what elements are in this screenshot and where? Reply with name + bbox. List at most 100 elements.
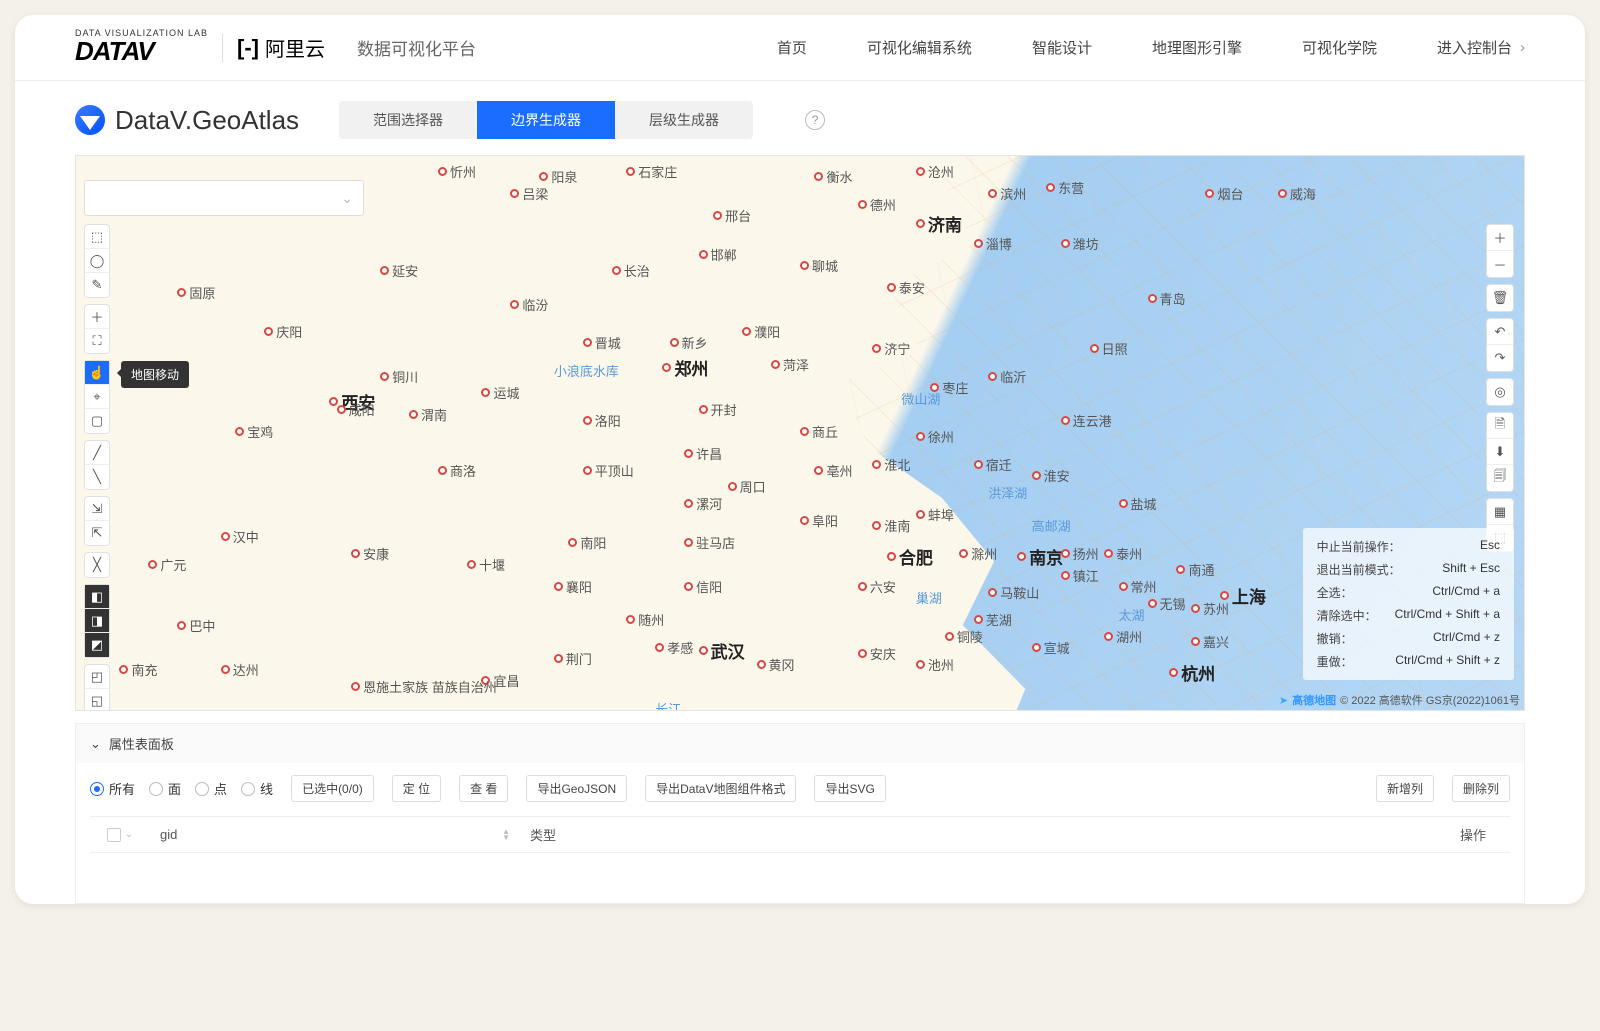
shortcut-row: 全选：Ctrl/Cmd + a <box>1317 584 1500 601</box>
topnav: 首页 可视化编辑系统 智能设计 地理图形引擎 可视化学院 进入控制台 <box>777 37 1525 58</box>
city-label: 淄博 <box>974 234 1012 253</box>
tool-button[interactable]: － <box>1487 251 1513 277</box>
map[interactable]: 济南郑州西安南京合肥武汉杭州上海忻州阳泉石家庄衡水沧州滨州东营烟台威海吕梁榆林邢… <box>75 155 1525 711</box>
search-input[interactable] <box>84 180 364 216</box>
search-field[interactable] <box>95 191 353 206</box>
right-toolbar: ＋－🗑↶↷◎🗎⬇🗐▦⬚ <box>1486 224 1514 552</box>
nav-design[interactable]: 智能设计 <box>1032 37 1092 58</box>
tool-button[interactable]: ＋ <box>1487 225 1513 251</box>
water-label: 洪泽湖 <box>988 483 1027 502</box>
city-label: 南京 <box>1017 544 1063 569</box>
sort-icon[interactable]: ▲▼ <box>502 829 510 841</box>
tool-button[interactable]: ＋ <box>85 305 109 329</box>
tooltip: 地图移动 <box>121 361 189 388</box>
view-button[interactable]: 查 看 <box>459 775 508 802</box>
export-datav-button[interactable]: 导出DataV地图组件格式 <box>645 775 796 802</box>
city-label: 日照 <box>1090 339 1128 358</box>
tool-button[interactable]: ▢ <box>85 409 109 433</box>
nav-academy[interactable]: 可视化学院 <box>1302 37 1377 58</box>
water-label: 高邮湖 <box>1032 516 1071 535</box>
aliyun-icon: [-] <box>237 35 259 61</box>
tool-button[interactable]: ↷ <box>1487 345 1513 371</box>
tool-name: DataV.GeoAtlas <box>115 105 299 136</box>
topbar: DATA VISUALIZATION LAB DATAV [-] 阿里云 数据可… <box>15 15 1585 81</box>
divider <box>222 34 223 62</box>
aliyun-logo: [-] 阿里云 <box>237 33 325 62</box>
shortcut-row: 清除选中：Ctrl/Cmd + Shift + a <box>1317 607 1500 624</box>
th-ops: 操作 <box>1450 825 1510 844</box>
tool-button[interactable]: ⌖ <box>85 385 109 409</box>
shortcut-row: 撤销：Ctrl/Cmd + z <box>1317 630 1500 647</box>
help-icon[interactable]: ? <box>805 110 825 130</box>
city-label: 常州 <box>1119 577 1157 596</box>
city-label: 滨州 <box>988 184 1026 203</box>
delete-column-button[interactable]: 删除列 <box>1452 775 1510 802</box>
th-gid[interactable]: gid ▲▼ <box>150 827 520 842</box>
panel-header[interactable]: ⌄ 属性表面板 <box>76 724 1524 763</box>
tool-button[interactable]: ⇲ <box>85 497 109 521</box>
nav-geo[interactable]: 地理图形引擎 <box>1152 37 1242 58</box>
city-label: 宣城 <box>1032 638 1070 657</box>
checkbox-icon[interactable] <box>107 828 121 842</box>
export-geojson-button[interactable]: 导出GeoJSON <box>526 775 627 802</box>
locate-button[interactable]: 定 位 <box>392 775 441 802</box>
city-label: 枣庄 <box>930 378 968 397</box>
water-label: 微山湖 <box>901 389 940 408</box>
amap-logo: 高德地图 <box>1292 692 1336 708</box>
radio-point[interactable]: 点 <box>195 779 227 798</box>
tool-button[interactable]: ◎ <box>1487 379 1513 405</box>
city-label: 宿迁 <box>974 455 1012 474</box>
city-label: 无锡 <box>1148 594 1186 613</box>
city-label: 威海 <box>1278 184 1316 203</box>
nav-console[interactable]: 进入控制台 <box>1437 37 1525 58</box>
logo-datav: DATAV <box>75 36 208 67</box>
tab-level[interactable]: 层级生成器 <box>615 101 753 139</box>
tool-button[interactable]: ◩ <box>85 633 109 657</box>
export-svg-button[interactable]: 导出SVG <box>814 775 885 802</box>
radio-all[interactable]: 所有 <box>90 779 135 798</box>
tool-button[interactable]: ◯ <box>85 249 109 273</box>
tab-boundary[interactable]: 边界生成器 <box>477 101 615 139</box>
tool-button[interactable]: ▦ <box>1487 499 1513 525</box>
shortcut-row: 中止当前操作：Esc <box>1317 538 1500 555</box>
city-label: 苏州 <box>1191 599 1229 618</box>
chevron-down-icon[interactable]: ⌄ <box>125 829 133 840</box>
nav-editor[interactable]: 可视化编辑系统 <box>867 37 972 58</box>
tool-button[interactable]: ╳ <box>85 553 109 577</box>
tool-button[interactable]: 🗑 <box>1487 285 1513 311</box>
add-column-button[interactable]: 新增列 <box>1376 775 1434 802</box>
nav-home[interactable]: 首页 <box>777 37 807 58</box>
tool-button[interactable]: ◱ <box>85 689 109 711</box>
tool-button[interactable]: ◧ <box>85 585 109 609</box>
tool-button[interactable]: ⇱ <box>85 521 109 545</box>
tool-button[interactable]: ◨ <box>85 609 109 633</box>
tool-button[interactable]: ☝地图移动 <box>85 361 109 385</box>
tool-button[interactable]: ◰ <box>85 665 109 689</box>
tool-button[interactable]: ✎ <box>85 273 109 297</box>
logo-group: DATA VISUALIZATION LAB DATAV [-] 阿里云 数据可… <box>75 28 476 67</box>
tool-button[interactable]: ⬚ <box>85 225 109 249</box>
tool-button[interactable]: ╲ <box>85 465 109 489</box>
city-label: 杭州 <box>1169 660 1215 685</box>
th-type[interactable]: 类型 <box>520 825 1450 844</box>
city-label: 烟台 <box>1205 184 1243 203</box>
geoatlas-icon <box>75 105 105 135</box>
city-label: 上海 <box>1220 583 1266 608</box>
tab-range[interactable]: 范围选择器 <box>339 101 477 139</box>
radio-polygon[interactable]: 面 <box>149 779 181 798</box>
table-body <box>90 853 1510 903</box>
tool-button[interactable]: ↶ <box>1487 319 1513 345</box>
th-checkbox[interactable]: ⌄ <box>90 828 150 842</box>
city-label: 嘉兴 <box>1191 632 1229 651</box>
selected-count: 已选中(0/0) <box>291 775 374 802</box>
landmass <box>75 155 1046 711</box>
city-label: 临沂 <box>988 367 1026 386</box>
tool-button[interactable]: ⬇ <box>1487 439 1513 465</box>
tool-button[interactable]: ⛶ <box>85 329 109 353</box>
radio-line[interactable]: 线 <box>241 779 273 798</box>
shortcut-row: 退出当前模式：Shift + Esc <box>1317 561 1500 578</box>
city-label: 泰州 <box>1104 544 1142 563</box>
tool-button[interactable]: 🗎 <box>1487 413 1513 439</box>
tool-button[interactable]: 🗐 <box>1487 465 1513 491</box>
tool-button[interactable]: ╱ <box>85 441 109 465</box>
